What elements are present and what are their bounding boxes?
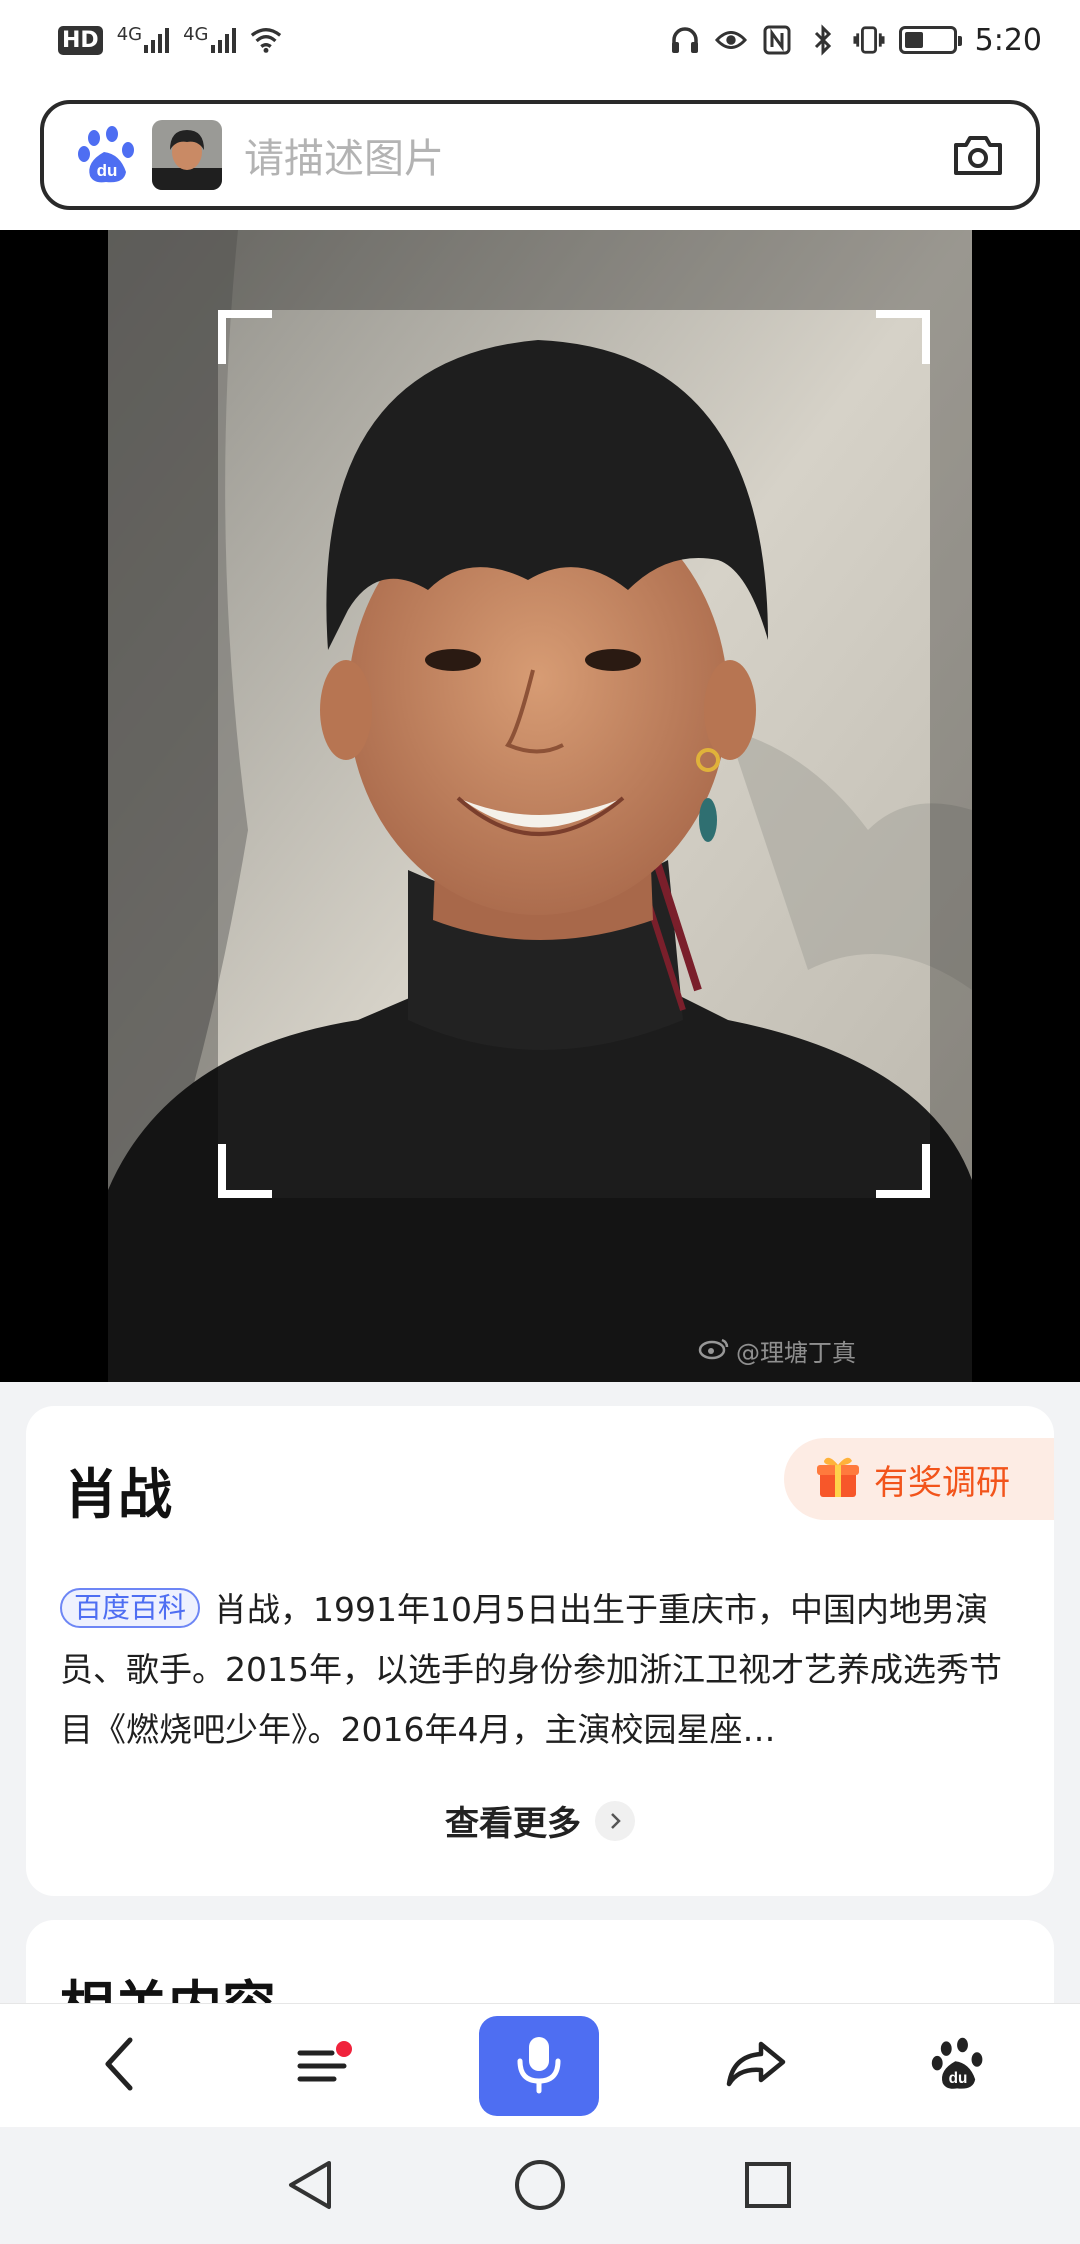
status-left: HD 4G 4G (58, 24, 282, 56)
nav-back-icon (283, 2157, 337, 2217)
nav-recents-button[interactable] (728, 2147, 808, 2227)
vibrate-icon (853, 24, 885, 56)
result-card: 肖战 有奖调研 百度百科 肖战，1991年10月5日出生于重庆市，中国内地男演员、… (26, 1406, 1054, 1896)
svg-text:du: du (97, 161, 118, 180)
sim2-signal: 4G (183, 24, 236, 53)
bottom-toolbar: du (0, 2003, 1080, 2127)
view-more-button[interactable]: 查看更多 (26, 1796, 1054, 1845)
watermark: @理塘丁真 (698, 1333, 856, 1368)
share-button[interactable] (696, 2004, 816, 2128)
battery-level (904, 32, 924, 48)
search-header: du 请描述图片 (0, 80, 1080, 230)
survey-label: 有奖调研 (874, 1462, 1010, 1503)
result-title[interactable]: 肖战 (64, 1450, 172, 1529)
crop-handle-bottom-right[interactable] (876, 1144, 930, 1198)
search-input[interactable]: du 请描述图片 (40, 100, 1040, 210)
nav-home-icon (512, 2157, 568, 2217)
notification-dot (336, 2041, 352, 2057)
sim2-net-label: 4G (183, 24, 209, 45)
hd-badge: HD (58, 25, 103, 55)
image-viewer: @理塘丁真 (0, 230, 1080, 1382)
back-icon (100, 2034, 140, 2098)
uploaded-image-thumbnail[interactable] (152, 120, 222, 190)
baidu-icon-text: du (949, 2070, 968, 2087)
survey-button[interactable]: 有奖调研 (784, 1438, 1054, 1520)
voice-search-button[interactable] (479, 2016, 599, 2116)
sim1-net-label: 4G (116, 24, 143, 45)
crop-handle-top-left[interactable] (218, 310, 272, 364)
eye-icon (714, 24, 747, 56)
nav-back-button[interactable] (270, 2147, 350, 2227)
baidu-logo-icon: du (76, 124, 138, 186)
system-nav-bar (0, 2127, 1080, 2244)
wifi-icon (250, 24, 282, 56)
clock: 5:20 (974, 22, 1042, 58)
view-more-label: 查看更多 (445, 1804, 581, 1844)
search-placeholder: 请描述图片 (244, 136, 444, 182)
baidu-icon: du (930, 2036, 986, 2096)
back-button[interactable] (60, 2004, 180, 2128)
headphones-icon (669, 24, 701, 56)
status-right: 5:20 (669, 23, 1042, 58)
crop-handle-top-right[interactable] (876, 310, 930, 364)
watermark-text: @理塘丁真 (736, 1339, 856, 1367)
baidu-home-button[interactable]: du (898, 2004, 1018, 2128)
weibo-icon (698, 1336, 730, 1366)
battery-icon (898, 26, 962, 54)
crop-selector[interactable] (218, 310, 930, 1198)
bluetooth-icon (807, 24, 839, 56)
result-summary: 百度百科 肖战，1991年10月5日出生于重庆市，中国内地男演员、歌手。2015年… (60, 1580, 1028, 1760)
camera-icon[interactable] (948, 125, 1008, 185)
signal-icon (210, 27, 236, 53)
nav-recents-icon (742, 2159, 794, 2215)
source-tag[interactable]: 百度百科 (60, 1588, 201, 1628)
status-bar: HD 4G 4G 5:20 (0, 0, 1080, 80)
menu-button[interactable] (262, 2004, 382, 2128)
nfc-icon (761, 24, 793, 56)
microphone-icon (514, 2033, 564, 2099)
signal-icon (144, 27, 170, 53)
share-icon (725, 2038, 787, 2094)
menu-icon (296, 2041, 352, 2091)
summary-text: 肖战，1991年10月5日出生于重庆市，中国内地男演员、歌手。2015年，以选手… (60, 1590, 1002, 1749)
nav-home-button[interactable] (500, 2147, 580, 2227)
sim1-signal: 4G (116, 24, 170, 53)
crop-handle-bottom-left[interactable] (218, 1144, 272, 1198)
chevron-right-icon (595, 1800, 635, 1841)
gift-icon (814, 1453, 862, 1505)
